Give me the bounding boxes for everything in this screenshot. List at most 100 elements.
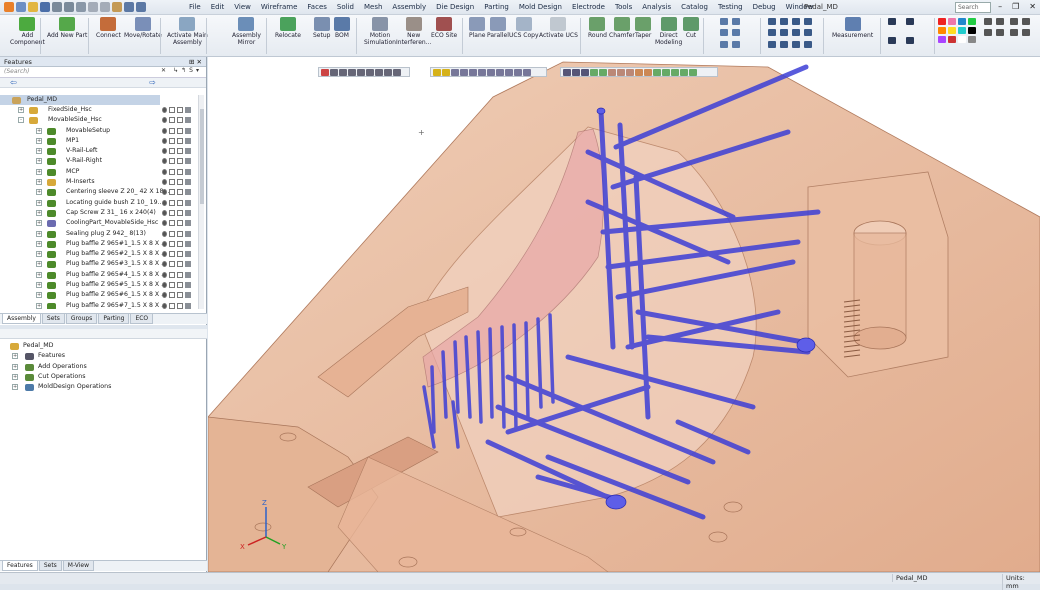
checkbox-icon[interactable] — [169, 168, 175, 175]
checkbox-icon[interactable] — [169, 189, 175, 196]
activate-ucs-button[interactable]: Activate UCS — [539, 17, 578, 39]
operations-item[interactable]: + Add Operations — [0, 362, 207, 372]
filter-icon[interactable] — [357, 69, 365, 76]
expand-toggle-icon[interactable]: + — [36, 137, 42, 144]
back-arrow-icon[interactable]: ⇦ — [10, 78, 17, 87]
operations-item[interactable]: + MoldDesign Operations — [0, 382, 207, 392]
menu-item-view[interactable]: View — [229, 3, 256, 11]
menu-item-tools[interactable]: Tools — [610, 3, 637, 11]
tree-item[interactable]: + CoolingPart_MovableSide_Hsc — [0, 218, 198, 228]
pin-icon[interactable] — [162, 240, 167, 247]
pin-icon[interactable] — [162, 127, 167, 134]
ribbon-small-icon[interactable] — [720, 29, 728, 36]
ribbon-small-icon[interactable] — [1022, 29, 1030, 36]
box-icon[interactable] — [177, 117, 183, 124]
flag-icon[interactable] — [185, 282, 191, 289]
ribbon-small-icon[interactable] — [732, 29, 740, 36]
box-icon[interactable] — [177, 282, 183, 289]
checkbox-icon[interactable] — [169, 251, 175, 258]
pin-icon[interactable] — [162, 148, 167, 155]
expand-toggle-icon[interactable]: + — [12, 384, 18, 391]
checkbox-icon[interactable] — [169, 292, 175, 299]
box-icon[interactable] — [177, 292, 183, 299]
ribbon-small-icon[interactable] — [996, 18, 1004, 25]
box-icon[interactable] — [177, 179, 183, 186]
ribbon-small-icon[interactable] — [906, 37, 914, 44]
render-icon[interactable] — [608, 69, 616, 76]
flag-icon[interactable] — [185, 158, 191, 165]
checkbox-icon[interactable] — [169, 117, 175, 124]
ribbon-small-icon[interactable] — [792, 18, 800, 25]
app-logo-icon[interactable] — [4, 2, 14, 12]
filter-icon[interactable] — [348, 69, 356, 76]
ribbon-small-icon[interactable] — [732, 18, 740, 25]
operations-root[interactable]: Pedal_MD — [0, 341, 207, 351]
tree-item[interactable]: + Locating guide bush Z 10_ 19... — [0, 198, 198, 208]
setup-button[interactable]: Setup — [313, 17, 330, 39]
checkbox-icon[interactable] — [169, 230, 175, 237]
ribbon-small-icon[interactable] — [958, 27, 966, 34]
new-file-icon[interactable] — [16, 2, 26, 12]
tree-item[interactable]: + MCP — [0, 167, 198, 177]
tree-item[interactable]: + V-Rail-Right — [0, 156, 198, 166]
expand-toggle-icon[interactable]: + — [36, 168, 42, 175]
expand-toggle-icon[interactable]: + — [36, 199, 42, 206]
filter-icon[interactable] — [321, 69, 329, 76]
menu-item-wireframe[interactable]: Wireframe — [256, 3, 303, 11]
expand-toggle-icon[interactable]: - — [18, 117, 24, 124]
open-file-icon[interactable] — [28, 2, 38, 12]
flag-icon[interactable] — [185, 199, 191, 206]
view-icon[interactable] — [487, 69, 495, 76]
checkbox-icon[interactable] — [169, 261, 175, 268]
relocate-button[interactable]: Relocate — [275, 17, 301, 39]
tree-item[interactable]: + Cap Screw Z 31_ 16 x 240(4) — [0, 208, 198, 218]
bottom-tab-features[interactable]: Features — [2, 561, 38, 571]
flag-icon[interactable] — [185, 261, 191, 268]
filter-icons[interactable]: ↳↰S▾ — [173, 67, 202, 74]
box-icon[interactable] — [177, 302, 183, 309]
render-icon[interactable] — [635, 69, 643, 76]
menu-item-assembly[interactable]: Assembly — [387, 3, 431, 11]
checkbox-icon[interactable] — [169, 137, 175, 144]
expand-toggle-icon[interactable]: + — [36, 302, 42, 309]
ribbon-small-icon[interactable] — [768, 41, 776, 48]
expand-toggle-icon[interactable]: + — [36, 240, 42, 247]
save-icon[interactable] — [40, 2, 50, 12]
pin-icon[interactable] — [162, 230, 167, 237]
box-icon[interactable] — [177, 168, 183, 175]
redo-icon[interactable] — [64, 2, 74, 12]
tab-sets[interactable]: Sets — [41, 314, 65, 324]
filter-icon[interactable] — [375, 69, 383, 76]
box-icon[interactable] — [177, 158, 183, 165]
pin-icon[interactable] — [162, 220, 167, 227]
checkbox-icon[interactable] — [169, 158, 175, 165]
measurement-button[interactable]: Measurement — [832, 17, 873, 39]
pin-icon[interactable] — [162, 271, 167, 278]
ribbon-small-icon[interactable] — [780, 29, 788, 36]
tree-scrollbar[interactable] — [198, 95, 204, 309]
menu-item-die-design[interactable]: Die Design — [431, 3, 479, 11]
render-icon[interactable] — [617, 69, 625, 76]
render-icon[interactable] — [626, 69, 634, 76]
tree-item[interactable]: + Plug baffle Z 965#6_1.5 X 8 X ... — [0, 290, 198, 300]
tab-eco[interactable]: ECO — [130, 314, 154, 324]
expand-toggle-icon[interactable]: + — [36, 158, 42, 165]
expand-toggle-icon[interactable]: + — [36, 271, 42, 278]
checkbox-icon[interactable] — [169, 240, 175, 247]
checkbox-icon[interactable] — [169, 199, 175, 206]
render-icon[interactable] — [662, 69, 670, 76]
paste-icon[interactable] — [112, 2, 122, 12]
expand-toggle-icon[interactable]: + — [36, 209, 42, 216]
view-icon[interactable] — [505, 69, 513, 76]
menu-item-faces[interactable]: Faces — [302, 3, 331, 11]
cut-button[interactable]: Cut — [683, 17, 699, 39]
tab-parting[interactable]: Parting — [98, 314, 130, 324]
ribbon-small-icon[interactable] — [780, 18, 788, 25]
ribbon-small-icon[interactable] — [792, 29, 800, 36]
tree-item[interactable]: + MP1 — [0, 136, 198, 146]
tree-item[interactable]: + Plug baffle Z 965#2_1.5 X 8 X ... — [0, 249, 198, 259]
flag-icon[interactable] — [185, 240, 191, 247]
ribbon-small-icon[interactable] — [720, 18, 728, 25]
taper-button[interactable]: Taper — [635, 17, 651, 39]
menu-item-analysis[interactable]: Analysis — [637, 3, 676, 11]
